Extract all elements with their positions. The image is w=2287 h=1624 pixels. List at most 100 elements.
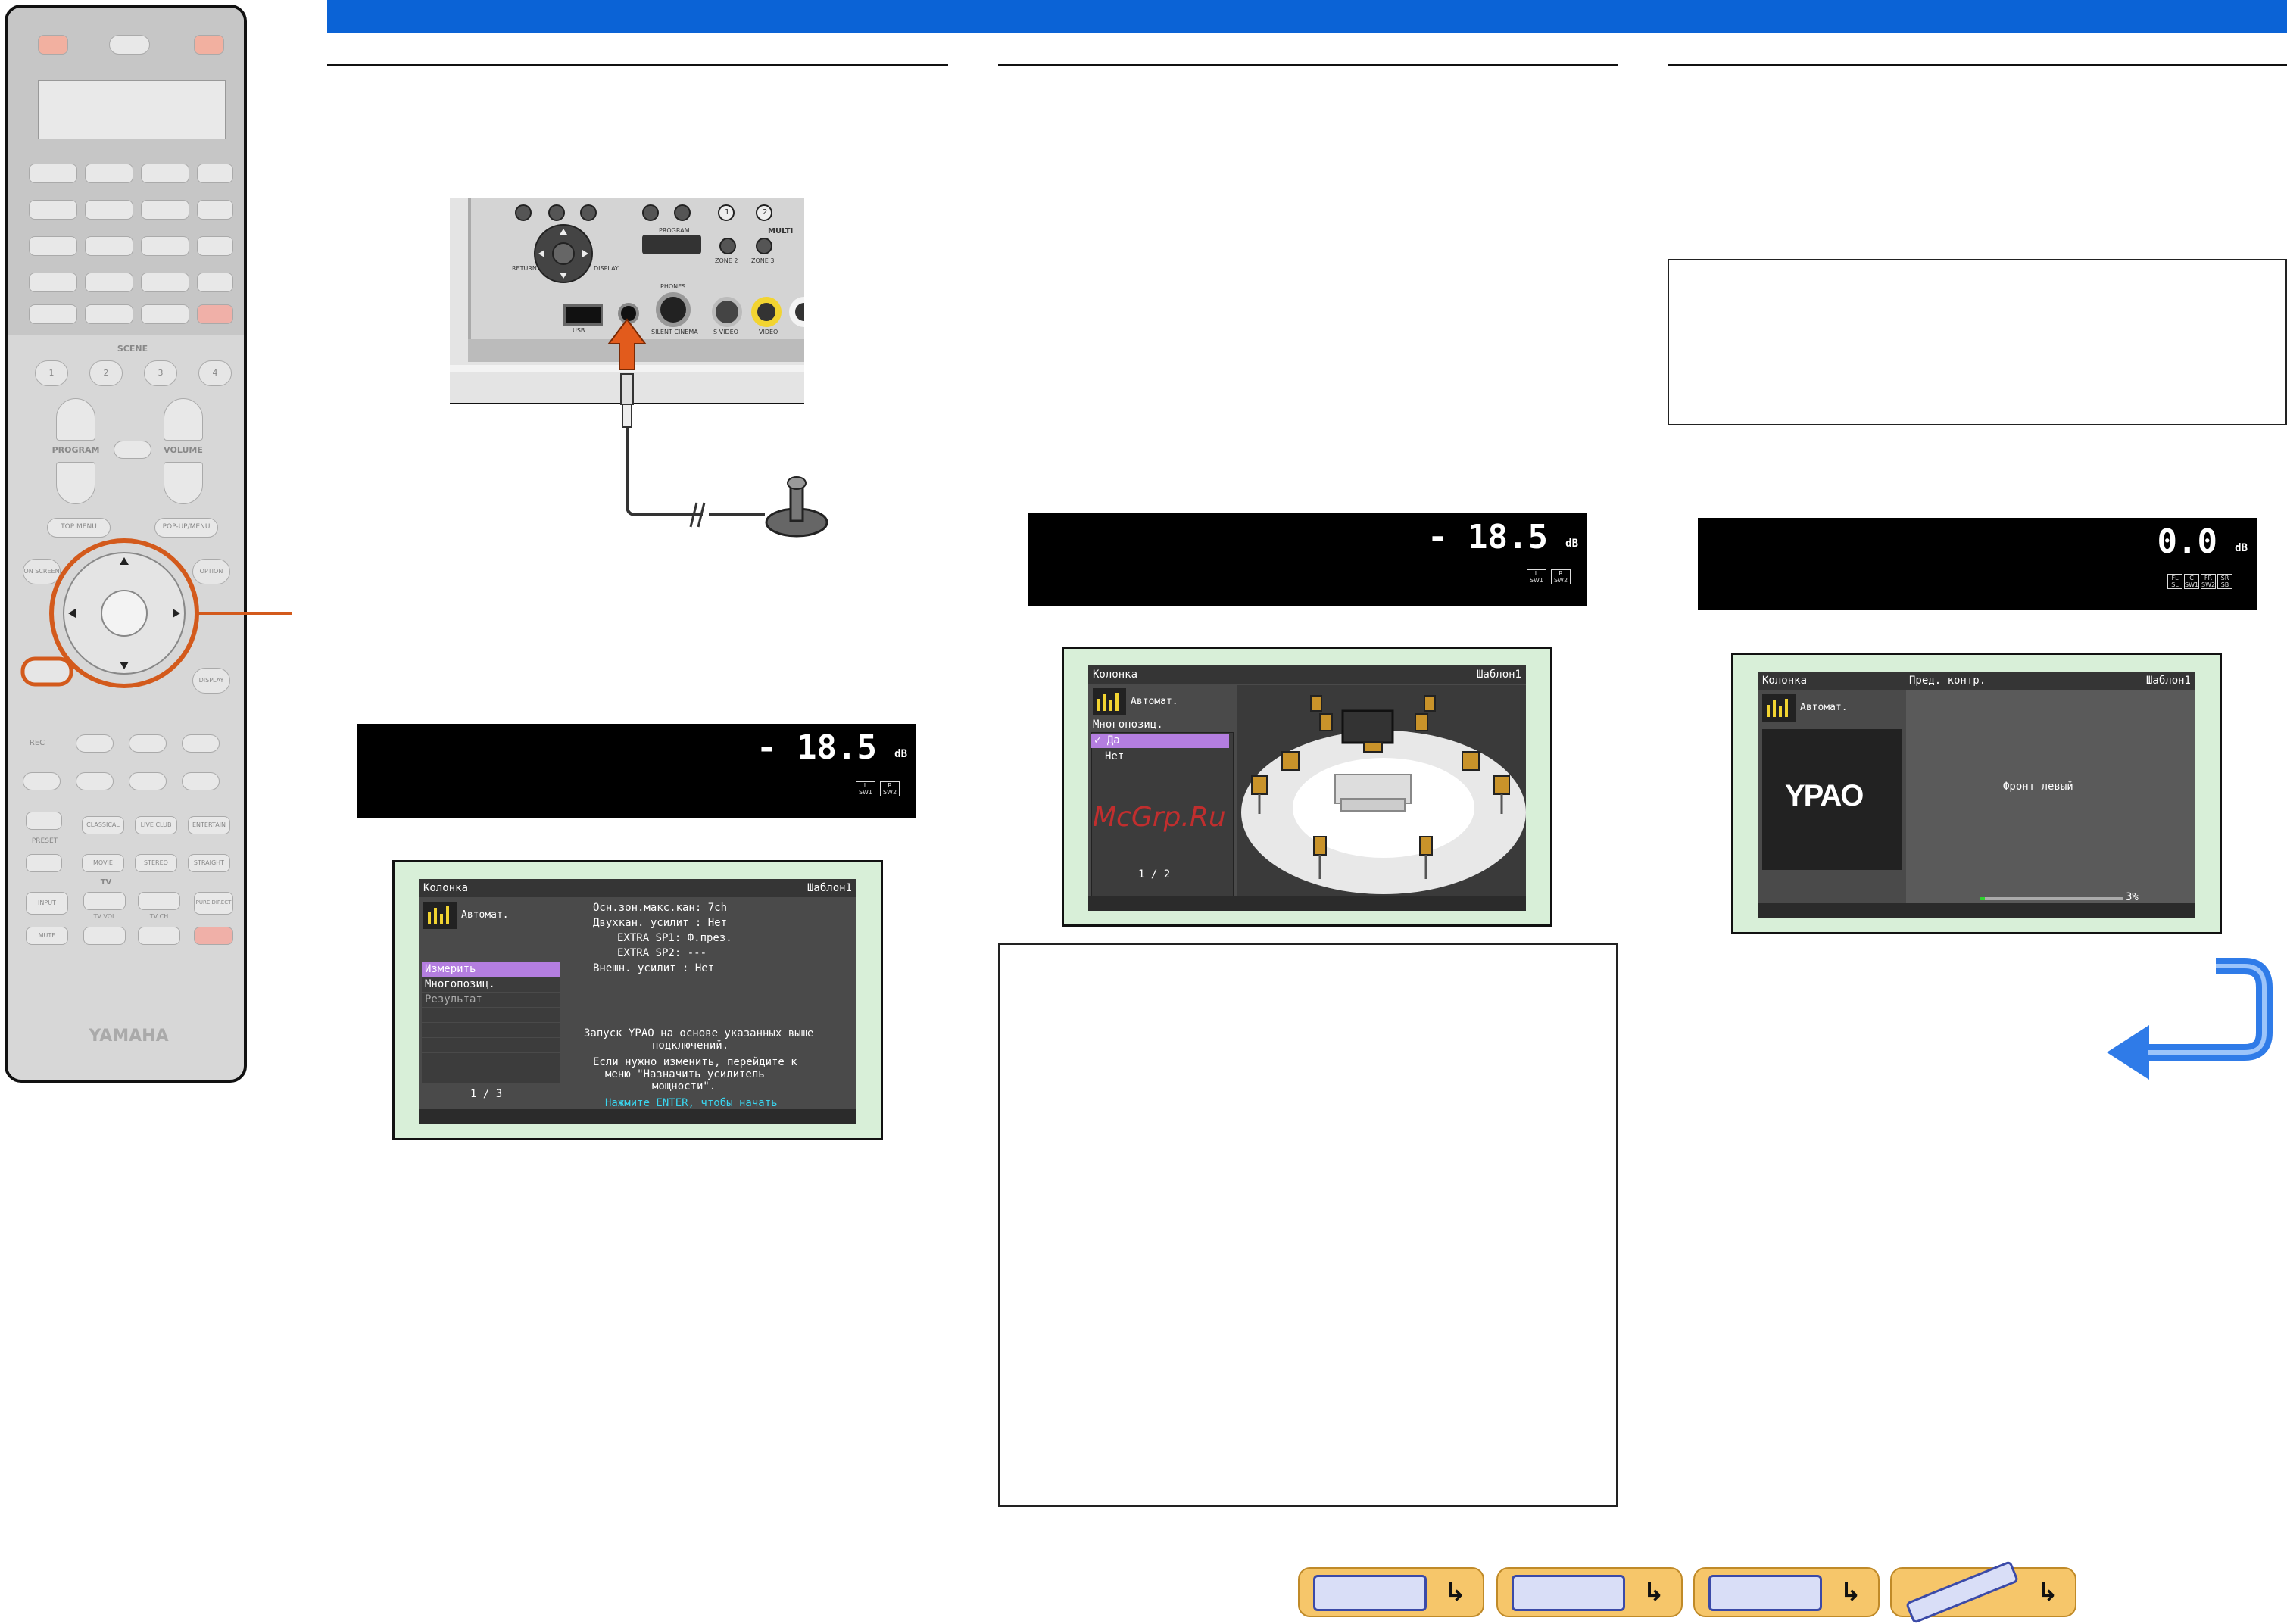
tv-vol-label: TV VOL: [93, 913, 116, 920]
remote-key[interactable]: [29, 164, 77, 183]
program-label: PROGRAM: [51, 445, 100, 455]
menu-empty-row: [422, 1023, 560, 1037]
tv-vol-up-button[interactable]: [83, 892, 126, 910]
progress-fill: [1980, 897, 1985, 900]
power-button-left[interactable]: [38, 35, 68, 55]
remote-key[interactable]: [85, 164, 133, 183]
panel-knob[interactable]: [580, 204, 597, 221]
info-line: EXTRA SP2: ---: [617, 947, 707, 959]
return-arrow-icon[interactable]: [2102, 957, 2276, 1086]
osd-template: Шаблон1: [1476, 669, 1521, 681]
microphone-connection: [607, 318, 828, 538]
option-yes[interactable]: ✓ Да: [1091, 734, 1229, 748]
volume-readout: - 18.5: [1427, 518, 1548, 556]
volume-down-button[interactable]: [164, 462, 203, 504]
zone2-button[interactable]: [719, 238, 736, 254]
scene-button-3[interactable]: 3: [144, 360, 177, 386]
menu-result[interactable]: Результат: [422, 993, 560, 1007]
remote-key[interactable]: [197, 200, 233, 220]
straight-button[interactable]: STRAIGHT: [188, 854, 230, 872]
yamaha-logo: YAMAHA: [89, 1027, 169, 1046]
mute-button[interactable]: MUTE: [26, 927, 68, 945]
speaker-indicator: R SW2: [1551, 569, 1571, 584]
tv-ch-label: TV CH: [149, 913, 169, 920]
remote-key[interactable]: [141, 304, 189, 324]
progress-track: [1980, 897, 2123, 900]
program-down-button[interactable]: [56, 462, 95, 504]
zone3-button[interactable]: [756, 238, 772, 254]
stereo-button[interactable]: STEREO: [135, 854, 177, 872]
rewind-button[interactable]: [23, 772, 61, 790]
remote-key[interactable]: [85, 200, 133, 220]
zone2-label: ZONE 2: [715, 257, 738, 264]
nav-button-remote[interactable]: ↳: [1890, 1560, 2076, 1624]
classical-button[interactable]: CLASSICAL: [82, 816, 124, 834]
remote-key[interactable]: [197, 236, 233, 256]
input-button[interactable]: INPUT: [26, 892, 68, 915]
tv-vol-down-button[interactable]: [83, 927, 126, 945]
jump-arrow-icon: ↳: [1839, 1577, 1862, 1607]
nav-button-front-display[interactable]: ↳: [1693, 1567, 1880, 1617]
front-display-2: - 18.5 dB L SW1 R SW2: [1028, 513, 1587, 606]
info-line: Внешн. усилит : Нет: [593, 962, 715, 974]
nav-button-receiver[interactable]: ↳: [1298, 1567, 1484, 1617]
pause-button[interactable]: [129, 734, 167, 753]
tv-power-button[interactable]: [194, 927, 233, 945]
scene-button-1[interactable]: 1: [35, 360, 68, 386]
zone3-label: ZONE 3: [751, 257, 775, 264]
tv-ch-up-button[interactable]: [138, 892, 180, 910]
remote-key[interactable]: [141, 273, 189, 292]
remote-key[interactable]: [29, 236, 77, 256]
remote-key[interactable]: [29, 200, 77, 220]
column-rule-3: [1668, 64, 2287, 66]
multi-label: MULTI: [768, 227, 794, 235]
preset-down-button[interactable]: [26, 854, 62, 872]
remote-key[interactable]: [141, 164, 189, 183]
scene-button-2[interactable]: 2: [89, 360, 123, 386]
remote-key[interactable]: [85, 273, 133, 292]
remote-key[interactable]: [85, 304, 133, 324]
panel-cursor-keys[interactable]: [529, 221, 598, 286]
remote-key[interactable]: [197, 304, 233, 324]
remote-key[interactable]: [29, 273, 77, 292]
panel-knob[interactable]: [674, 204, 691, 221]
remote-key[interactable]: [197, 273, 233, 292]
scene-button-4[interactable]: 4: [198, 360, 232, 386]
program-up-button[interactable]: [56, 398, 95, 441]
movie-button[interactable]: MOVIE: [82, 854, 124, 872]
pure-direct-button[interactable]: PURE DIRECT: [194, 892, 233, 915]
multi-2-button[interactable]: 2: [756, 204, 772, 221]
remote-key[interactable]: [197, 164, 233, 183]
nav-button-rear-panel[interactable]: ↳: [1496, 1567, 1683, 1617]
program-selector[interactable]: [642, 235, 701, 254]
remote-key[interactable]: [141, 236, 189, 256]
panel-knob[interactable]: [548, 204, 565, 221]
remote-key[interactable]: [85, 236, 133, 256]
remote-key[interactable]: [29, 304, 77, 324]
panel-knob[interactable]: [515, 204, 532, 221]
speaker-indicator: L SW1: [856, 781, 875, 796]
menu-empty-row: [422, 1053, 560, 1068]
tv-ch-down-button[interactable]: [138, 927, 180, 945]
fast-forward-button[interactable]: [76, 772, 114, 790]
skip-back-button[interactable]: [129, 772, 167, 790]
menu-measure[interactable]: Измерить: [422, 962, 560, 977]
progress-text: 3%: [2126, 891, 2139, 903]
volume-up-button[interactable]: [164, 398, 203, 441]
source-button[interactable]: [109, 35, 150, 55]
column-rule-1: [327, 64, 948, 66]
skip-forward-button[interactable]: [182, 772, 220, 790]
power-button-right[interactable]: [194, 35, 224, 55]
play-button[interactable]: [182, 734, 220, 753]
live-club-button[interactable]: LIVE CLUB: [135, 816, 177, 834]
remote-key[interactable]: [141, 200, 189, 220]
option-no[interactable]: Нет: [1105, 750, 1124, 762]
stop-button[interactable]: [76, 734, 114, 753]
volume-readout: - 18.5: [757, 728, 877, 767]
menu-multi-position[interactable]: Многопозиц.: [422, 977, 560, 992]
speaker-indicator: FL SL: [2167, 574, 2182, 589]
entertain-button[interactable]: ENTERTAIN: [188, 816, 230, 834]
multi-1-button[interactable]: 1: [718, 204, 735, 221]
preset-up-button[interactable]: [26, 812, 62, 830]
panel-knob[interactable]: [642, 204, 659, 221]
